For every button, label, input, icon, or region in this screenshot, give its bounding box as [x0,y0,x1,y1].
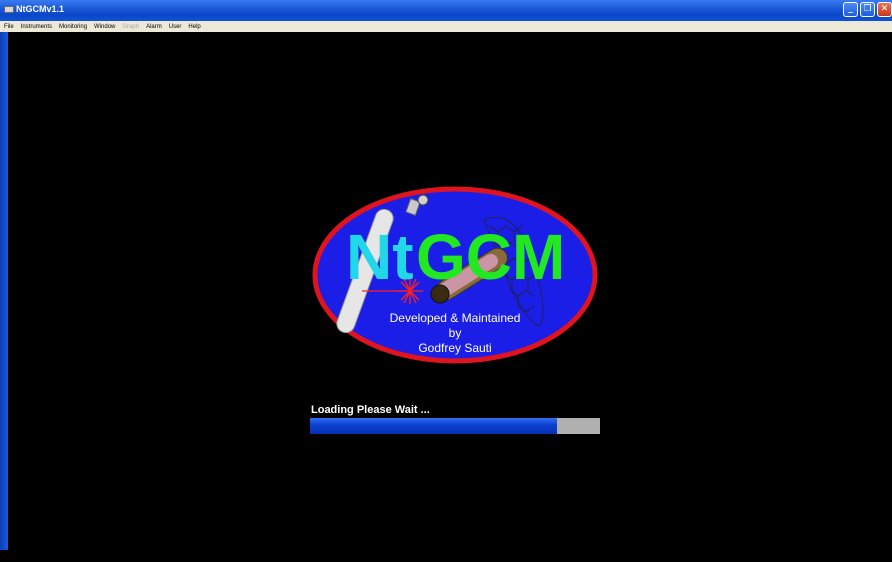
credit-line-1: Developed & Maintained [390,311,521,325]
menu-help[interactable]: Help [188,24,200,30]
logo-title-nt: Nt [346,221,414,293]
title-bar[interactable]: NtGCMv1.1 _ ❐ ✕ [0,0,892,21]
menu-bar: File Instruments Monitoring Window Graph… [0,21,892,32]
window-controls: _ ❐ ✕ [843,2,892,17]
menu-graph: Graph [122,23,140,30]
loading-progress-fill [310,418,557,434]
close-icon[interactable]: ✕ [877,2,892,17]
ntgcm-logo: Nt GCM Developed & Maintained by Godfrey… [312,186,598,364]
minimize-icon[interactable]: _ [843,2,858,17]
app-window: NtGCMv1.1 _ ❐ ✕ File Instruments Monitor… [0,0,892,562]
logo-title-gcm: GCM [416,221,565,293]
credit-line-2: by [449,326,462,340]
menu-user[interactable]: User [169,24,182,30]
app-icon[interactable] [4,6,14,13]
menu-file[interactable]: File [4,24,14,30]
menu-instruments[interactable]: Instruments [21,24,52,30]
window-title: NtGCMv1.1 [16,4,65,14]
loading-label: Loading Please Wait ... [311,404,430,416]
menu-alarm[interactable]: Alarm [146,24,162,30]
menu-monitoring[interactable]: Monitoring [59,24,87,30]
loading-progress-bar [310,418,600,434]
menu-window[interactable]: Window [94,24,115,30]
window-frame-left [0,32,8,550]
restore-icon[interactable]: ❐ [860,2,875,17]
credit-line-3: Godfrey Sauti [418,341,491,355]
